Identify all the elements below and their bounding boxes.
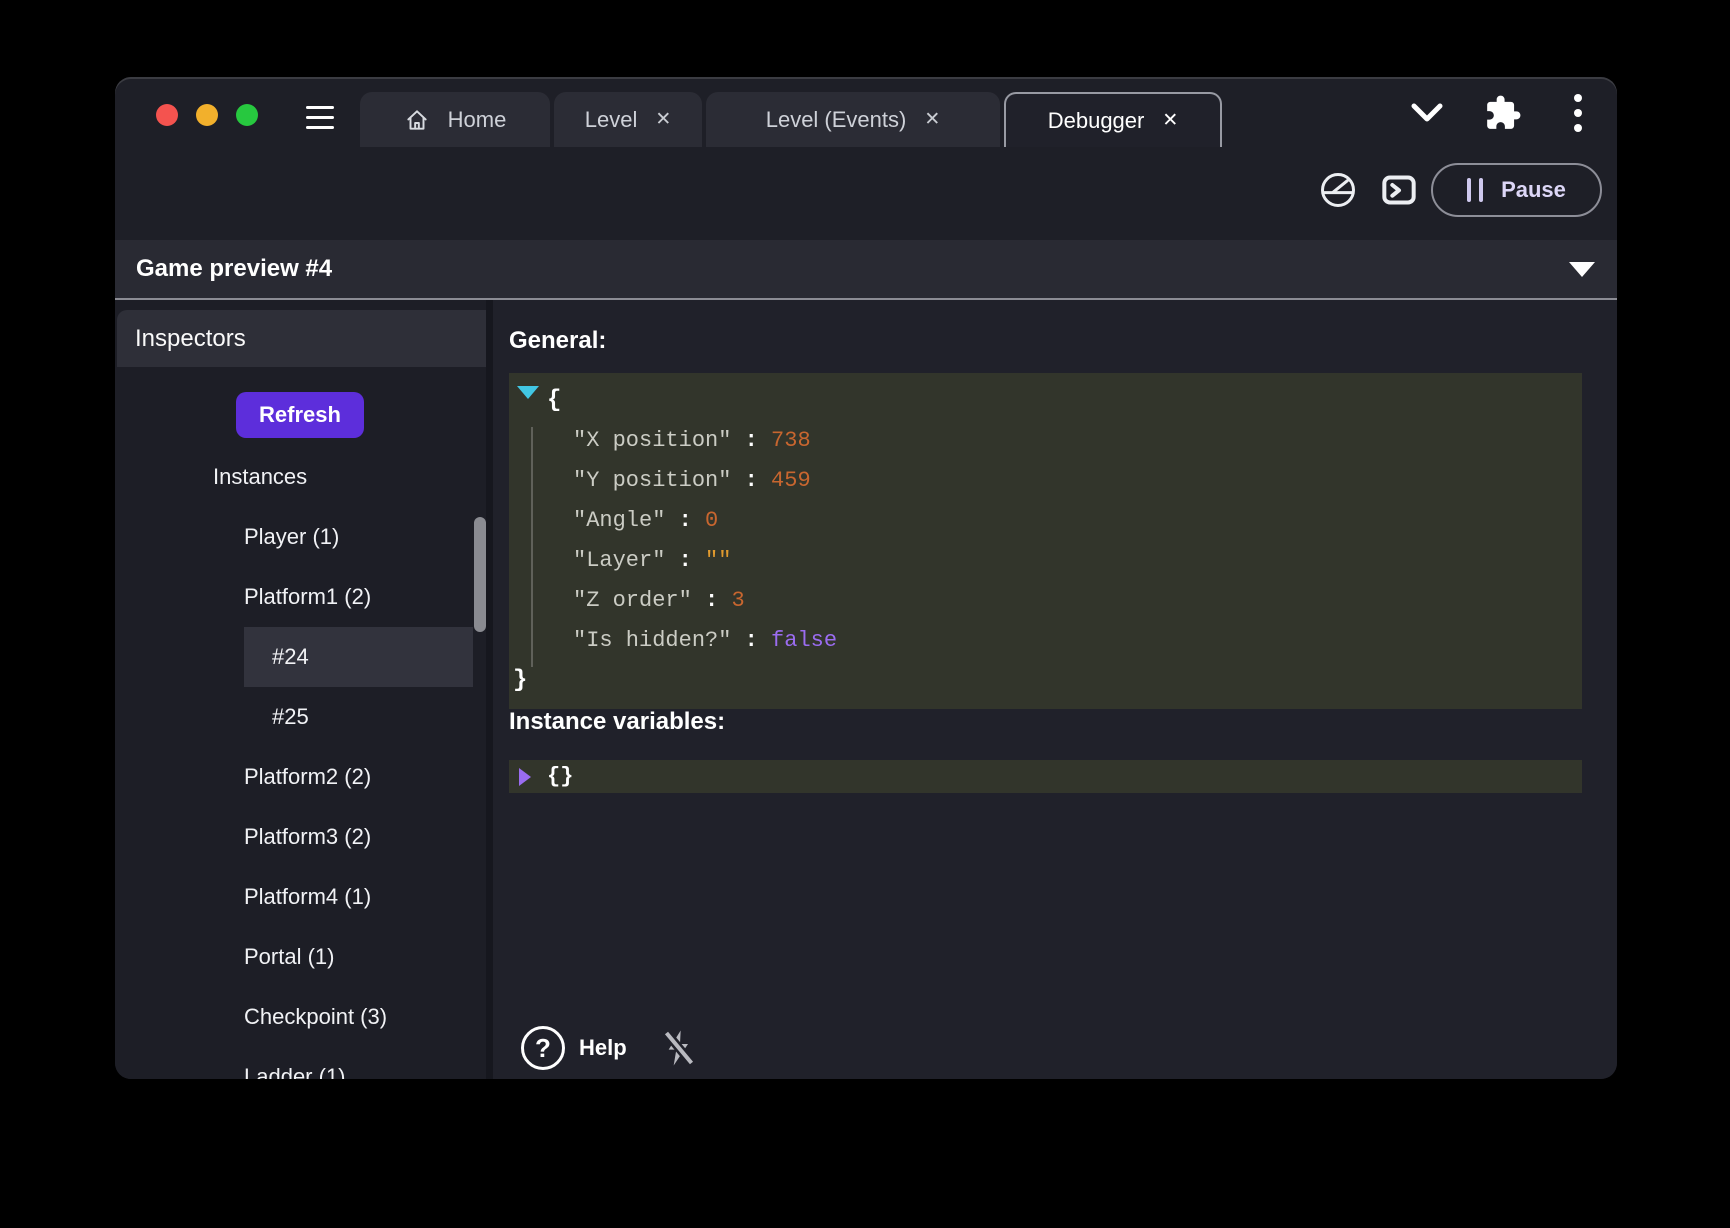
json-value: "" [705,548,731,573]
tab-bar: Home Level Level (Events) Debugger [360,92,1222,147]
json-value: false [771,628,837,653]
tab-level-events[interactable]: Level (Events) [706,92,1000,147]
json-entry: "Is hidden?" : false [509,621,1582,661]
json-value: 459 [771,468,811,493]
tree-item-portal-1[interactable]: Portal (1) [115,927,486,987]
json-key: "Z order" [573,588,692,613]
json-colon: : [692,588,732,613]
tree-item-checkpoint-3[interactable]: Checkpoint (3) [115,987,486,1047]
close-icon[interactable] [924,110,940,129]
panel-divider [486,300,493,1079]
profiler-gauge-button[interactable] [1318,170,1358,210]
tab-label: Level [585,107,638,133]
general-label: General: [509,327,606,355]
json-close-brace: } [509,661,1582,701]
json-value: 738 [771,428,811,453]
tree-item-label: Platform3 (2) [244,824,371,849]
tree-item-ladder-1[interactable]: Ladder (1) [115,1047,486,1079]
json-key: "Layer" [573,548,665,573]
inspector-detail-panel: General: {"X position" : 738"Y position"… [493,300,1617,1079]
json-colon: : [665,508,705,533]
tree-item-label: #24 [272,644,309,669]
tab-debugger[interactable]: Debugger [1004,92,1222,147]
json-key: "X position" [573,428,731,453]
json-entry: "X position" : 738 [509,421,1582,461]
inspectors-header: Inspectors [117,310,486,367]
instance-tree: Instances Player (1) Platform1 (2) #24 #25 Pl… [115,447,486,1079]
close-icon[interactable] [1162,111,1178,130]
tree-item-label: Player (1) [244,524,339,549]
minimize-window-button[interactable] [196,104,218,126]
tree-item-label: Platform2 (2) [244,764,371,789]
sidebar-scrollbar[interactable] [474,517,486,632]
chevron-down-button[interactable] [1409,101,1445,125]
tree-item-label: Ladder (1) [244,1064,346,1079]
tree-item-label: Instances [213,464,307,489]
expander-collapsed-icon[interactable] [519,768,531,786]
json-entry: "Angle" : 0 [509,501,1582,541]
tree-item-24[interactable]: #24 [115,627,486,687]
tab-level[interactable]: Level [554,92,702,147]
tree-item-platform3-2[interactable]: Platform3 (2) [115,807,486,867]
json-open-brace: { [509,381,1582,421]
close-window-button[interactable] [156,104,178,126]
close-icon[interactable] [655,110,671,129]
json-key: "Is hidden?" [573,628,731,653]
json-value: 0 [705,508,718,533]
inspectors-sidebar: Inspectors Refresh Instances Player (1) Pl… [115,300,486,1079]
pause-button[interactable]: Pause [1431,163,1602,217]
tree-item-player-1[interactable]: Player (1) [115,507,486,567]
tree-item-instances[interactable]: Instances [115,447,486,507]
refresh-button[interactable]: Refresh [236,392,364,438]
json-entry: "Layer" : "" [509,541,1582,581]
extensions-puzzle-button[interactable] [1484,94,1522,132]
zoom-window-button[interactable] [236,104,258,126]
json-value: 3 [731,588,744,613]
hamburger-menu-button[interactable] [306,106,334,129]
instance-variables-label: Instance variables: [509,708,725,736]
collapse-triangle-icon[interactable] [1569,262,1595,277]
tree-item-platform1-2[interactable]: Platform1 (2) [115,567,486,627]
debugger-window: Home Level Level (Events) Debugger [115,77,1617,1079]
help-label: Help [579,1035,627,1061]
tree-item-platform2-2[interactable]: Platform2 (2) [115,747,486,807]
indent-guide [531,427,533,667]
tree-item-label: Checkpoint (3) [244,1004,387,1029]
tree-item-label: #25 [272,704,309,729]
variables-panel: {} [509,760,1582,793]
traffic-lights [156,104,258,126]
json-key: "Y position" [573,468,731,493]
tab-label: Level (Events) [766,107,907,133]
tree-item-label: Platform1 (2) [244,584,371,609]
console-button[interactable] [1379,170,1419,210]
tree-item-platform4-1[interactable]: Platform4 (1) [115,867,486,927]
home-icon [404,107,430,133]
tree-item-label: Portal (1) [244,944,334,969]
flash-off-icon[interactable] [659,1028,699,1068]
kebab-menu-button[interactable] [1574,94,1582,132]
tab-home[interactable]: Home [360,92,550,147]
json-colon: : [731,628,771,653]
debugger-toolbar: Pause [115,147,1617,222]
json-entry: "Z order" : 3 [509,581,1582,621]
tree-item-25[interactable]: #25 [115,687,486,747]
preview-header: Game preview #4 [115,240,1617,300]
pause-label: Pause [1501,177,1566,203]
help-icon[interactable] [521,1026,565,1070]
variables-value: {} [509,760,1582,793]
json-colon: : [731,428,771,453]
expander-open-icon[interactable] [517,386,539,399]
tab-label: Home [448,107,507,133]
json-colon: : [731,468,771,493]
tab-label: Debugger [1048,108,1145,134]
pause-icon [1467,178,1483,202]
tree-item-label: Platform4 (1) [244,884,371,909]
help-row: Help [521,1026,699,1070]
general-json-panel: {"X position" : 738"Y position" : 459"An… [509,373,1582,709]
json-key: "Angle" [573,508,665,533]
json-colon: : [665,548,705,573]
game-preview-title: Game preview #4 [115,240,1617,298]
json-entry: "Y position" : 459 [509,461,1582,501]
